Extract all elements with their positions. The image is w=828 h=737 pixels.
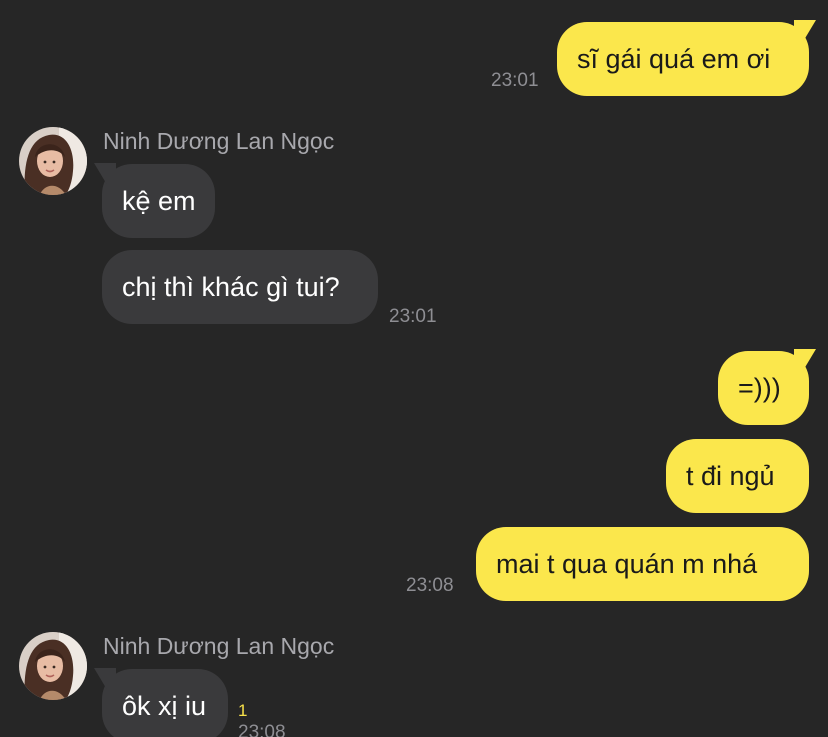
message-timestamp: 23:01	[491, 70, 539, 91]
message-text: mai t qua quán m nhá	[496, 548, 758, 579]
contact-avatar[interactable]	[19, 127, 87, 195]
outgoing-message-bubble[interactable]: mai t qua quán m nhá	[476, 527, 809, 601]
contact-avatar[interactable]	[19, 632, 87, 700]
outgoing-message-bubble[interactable]: sĩ gái quá em ơi	[557, 22, 809, 96]
incoming-message-bubble[interactable]: chị thì khác gì tui?	[102, 250, 378, 324]
message-text: kệ em	[122, 185, 196, 216]
unread-count: 1	[238, 701, 248, 720]
message-timestamp: 23:01	[389, 306, 437, 327]
avatar-photo-icon	[19, 127, 87, 195]
message-text: sĩ gái quá em ơi	[577, 43, 771, 74]
message-timestamp: 23:08	[406, 575, 454, 596]
message-text: chị thì khác gì tui?	[122, 271, 340, 302]
chat-thread: 23:01 sĩ gái quá em ơi Ninh Dương Lan Ng…	[0, 0, 828, 737]
sender-name: Ninh Dương Lan Ngọc	[103, 128, 335, 154]
outgoing-message-bubble[interactable]: t đi ngủ	[666, 439, 809, 513]
avatar-photo-icon	[19, 632, 87, 700]
message-text: t đi ngủ	[686, 460, 775, 491]
outgoing-message-bubble[interactable]: =)))	[718, 351, 809, 425]
message-timestamp: 23:08	[238, 722, 286, 737]
message-text: =)))	[738, 372, 781, 403]
incoming-message-bubble[interactable]: ôk xị iu	[102, 669, 228, 737]
incoming-message-bubble[interactable]: kệ em	[102, 164, 215, 238]
sender-name: Ninh Dương Lan Ngọc	[103, 633, 335, 659]
message-text: ôk xị iu	[122, 690, 207, 721]
